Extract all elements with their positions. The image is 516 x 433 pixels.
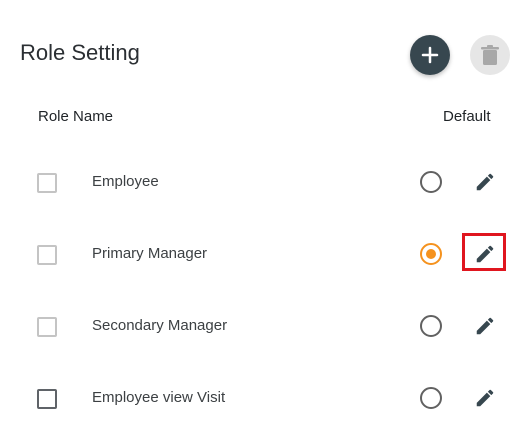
row-checkbox[interactable]	[37, 245, 57, 265]
table-row: Secondary Manager	[0, 306, 516, 346]
table-row: Primary Manager	[0, 234, 516, 274]
row-checkbox[interactable]	[37, 173, 57, 193]
edit-pencil-icon[interactable]	[474, 171, 496, 193]
role-name: Primary Manager	[92, 245, 208, 262]
default-radio-selected[interactable]	[420, 243, 442, 265]
table-row: Employee	[0, 162, 516, 202]
column-header-default: Default	[443, 108, 491, 125]
row-checkbox[interactable]	[37, 317, 57, 337]
delete-role-button[interactable]	[470, 35, 510, 75]
add-role-button[interactable]	[410, 35, 450, 75]
role-name: Employee	[92, 173, 159, 190]
table-row: Employee view Visit	[0, 378, 516, 418]
column-header-role-name: Role Name	[38, 108, 114, 125]
page-title: Role Setting	[20, 40, 140, 65]
default-radio[interactable]	[420, 387, 442, 409]
role-name: Employee view Visit	[92, 389, 226, 406]
row-checkbox[interactable]	[37, 389, 57, 409]
default-radio[interactable]	[420, 171, 442, 193]
role-name: Secondary Manager	[92, 317, 228, 334]
plus-icon	[421, 46, 439, 64]
highlight-box	[462, 233, 506, 271]
edit-pencil-icon[interactable]	[474, 315, 496, 337]
default-radio[interactable]	[420, 315, 442, 337]
edit-pencil-icon[interactable]	[474, 387, 496, 409]
trash-icon	[481, 45, 499, 65]
